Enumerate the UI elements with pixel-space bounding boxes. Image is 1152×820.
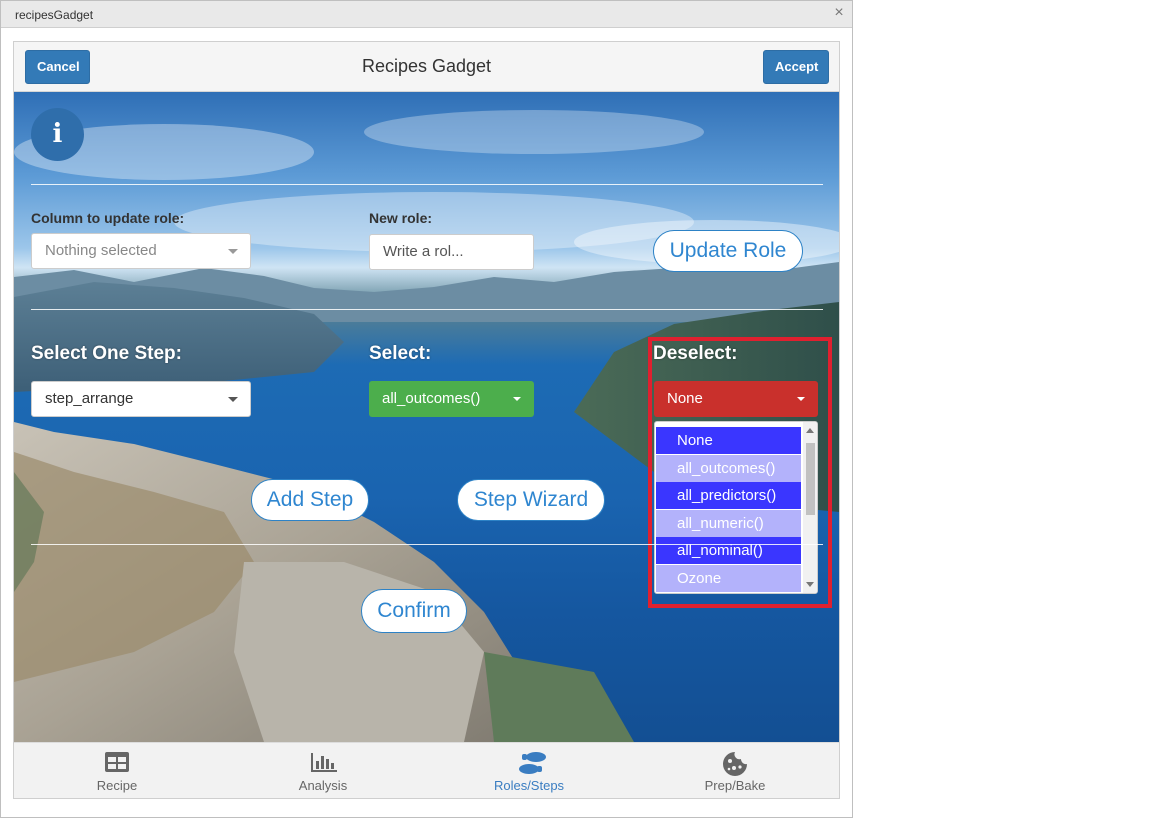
chevron-down-icon (228, 397, 238, 402)
select-step-label: Select One Step: (31, 343, 182, 364)
chevron-down-icon (513, 397, 521, 401)
tab-prep-bake[interactable]: Prep/Bake (632, 743, 838, 798)
tab-recipe[interactable]: Recipe (14, 743, 220, 798)
select-dropdown-value: all_outcomes() (382, 390, 481, 407)
cookie-icon (723, 752, 747, 776)
add-step-button[interactable]: Add Step (251, 479, 369, 521)
accept-button[interactable]: Accept (763, 50, 829, 84)
close-icon[interactable]: × (830, 4, 848, 22)
window-titlebar: recipesGadget × (1, 1, 852, 28)
step-wizard-button[interactable]: Step Wizard (457, 479, 605, 521)
info-icon: i (52, 119, 63, 149)
chevron-down-icon (228, 249, 238, 254)
update-role-button[interactable]: Update Role (653, 230, 803, 272)
gadget-container: Cancel Recipes Gadget Accept i Column to… (13, 41, 840, 799)
gadget-window: recipesGadget × Cancel Recipes Gadget Ac… (0, 0, 853, 818)
tab-label: Prep/Bake (704, 778, 766, 793)
shoe-prints-icon (519, 752, 546, 774)
deselect-highlight-box (648, 337, 832, 608)
select-label: Select: (369, 343, 432, 364)
column-role-label: Column to update role: (31, 210, 185, 226)
bottom-tab-bar: Recipe Analysis Roles/Steps Prep/Bake (14, 742, 839, 798)
divider (31, 309, 823, 310)
main-content: i Column to update role: Nothing selecte… (14, 92, 839, 742)
divider (31, 184, 823, 185)
gadget-header: Cancel Recipes Gadget Accept (14, 42, 839, 92)
tab-label: Roles/Steps (493, 778, 565, 793)
confirm-button[interactable]: Confirm (361, 589, 467, 633)
step-select-value: step_arrange (45, 390, 134, 407)
table-icon (105, 752, 129, 772)
window-title: recipesGadget (15, 8, 94, 22)
new-role-label: New role: (369, 210, 433, 226)
column-select-value: Nothing selected (45, 242, 157, 259)
step-select[interactable]: step_arrange (31, 381, 251, 417)
tab-roles-steps[interactable]: Roles/Steps (426, 743, 632, 798)
select-dropdown[interactable]: all_outcomes() (369, 381, 534, 417)
tab-analysis[interactable]: Analysis (220, 743, 426, 798)
page-title: Recipes Gadget (361, 56, 492, 76)
tab-label: Analysis (298, 778, 348, 793)
divider (31, 544, 823, 545)
tab-label: Recipe (96, 778, 138, 793)
new-role-input[interactable]: Write a rol... (369, 234, 534, 270)
info-button[interactable]: i (31, 108, 84, 161)
bar-chart-icon (311, 753, 337, 772)
column-select[interactable]: Nothing selected (31, 233, 251, 269)
